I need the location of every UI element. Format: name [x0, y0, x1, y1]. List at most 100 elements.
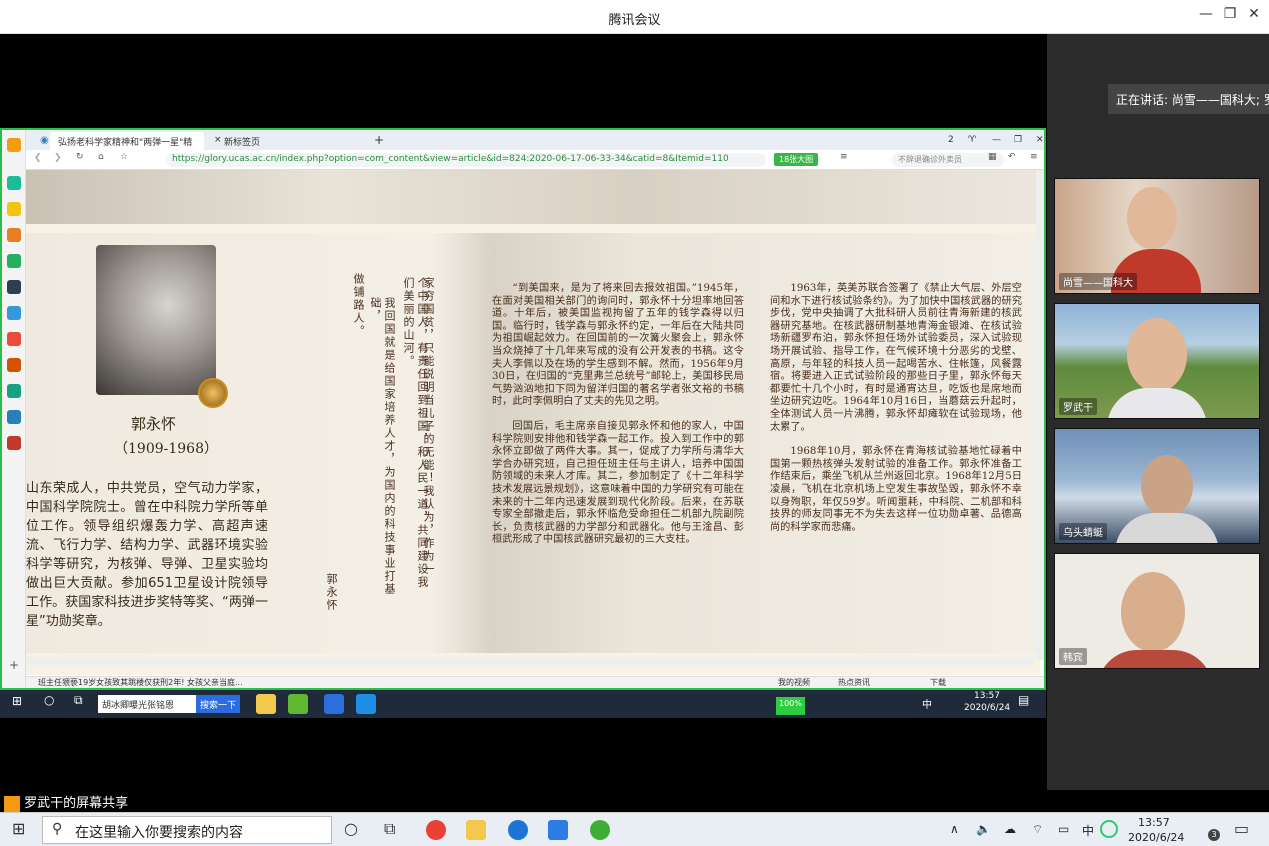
taskbar-search-button[interactable]: 搜索一下 — [196, 695, 241, 713]
browser-close[interactable]: ✕ — [1028, 132, 1044, 150]
forward-icon[interactable]: ❯ — [54, 153, 62, 163]
paragraph: 回国后，毛主席亲自接见郭永怀和他的家人，中国科学院则安排他和钱学森一起工作。投入… — [492, 420, 744, 546]
browser-statusbar: 班主任猥亵19岁女孩致其跳楼仅获刑2年! 女孩父亲当庭... 我的视频 热点资讯… — [26, 676, 1044, 688]
menu-icon[interactable]: ≡ — [840, 152, 848, 162]
video-icon[interactable] — [7, 436, 21, 450]
windows-start-icon[interactable]: ⊞ — [12, 694, 22, 712]
doc-icon[interactable] — [7, 306, 21, 320]
edge-icon[interactable] — [508, 820, 528, 840]
shared-taskbar: ⊞ ○ ⧉ 胡冰卿曝光张铭恩 搜索一下 100% 中 13:57 2020/6/… — [0, 690, 1046, 718]
game-icon[interactable] — [7, 332, 21, 346]
tab-newtab[interactable]: 新标签页 — [216, 132, 356, 150]
screen-share-text: 罗武干的屏幕共享 — [24, 796, 129, 811]
participant-video — [1121, 572, 1185, 652]
back-icon[interactable]: ❮ — [34, 153, 42, 163]
more-menu-icon[interactable]: ≡ — [1030, 152, 1038, 162]
tencent-meeting-icon[interactable] — [548, 820, 568, 840]
meeting-app-icon[interactable] — [356, 694, 376, 714]
taskbar-search-input[interactable]: 在这里输入你要搜索的内容 — [42, 816, 332, 844]
status-download[interactable]: 下载 — [930, 677, 946, 688]
wifi-icon[interactable]: ⌔ — [1032, 822, 1043, 837]
medal-icon — [198, 378, 228, 408]
weibo-icon[interactable] — [7, 228, 21, 242]
cloud-icon[interactable]: ☁ — [1004, 822, 1016, 836]
taskbar-search-input[interactable]: 胡冰卿曝光张铭恩 — [98, 695, 196, 713]
video-tile-1[interactable]: 尚雪——国科大 — [1054, 178, 1260, 294]
tray-expand-icon[interactable]: ∧ — [950, 822, 959, 836]
add-icon[interactable]: + — [9, 658, 19, 672]
volume-icon[interactable]: 🔈 — [976, 822, 991, 836]
browser-app-icon[interactable] — [288, 694, 308, 714]
battery-icon[interactable]: ▭ — [1058, 822, 1069, 836]
photo-icon[interactable] — [7, 384, 21, 398]
app-icon[interactable] — [7, 176, 21, 190]
notification-count-badge: 3 — [1208, 829, 1220, 841]
participant-body — [1107, 388, 1207, 418]
file-explorer-icon[interactable] — [466, 820, 486, 840]
battery-indicator: 100% — [776, 697, 805, 715]
windows-start-icon[interactable]: ⊞ — [12, 819, 25, 838]
browser-tabbar: ◉ 弘扬老科学家精神和"两弹一星"精 × 新标签页 + 2 ♈ — ❐ ✕ — [26, 130, 1044, 150]
restore-button[interactable]: ❐ — [1220, 6, 1240, 22]
speaking-indicator: 正在讲话: 尚雪——国科大; 罗... — [1108, 84, 1269, 114]
quote-column: 个中国人，有责任回到祖国，和人民一道，共同建设我们美丽的山河。 — [402, 277, 429, 589]
video-tile-4[interactable]: 韩宾 — [1054, 553, 1260, 669]
video-tile-2[interactable]: 罗武干 — [1054, 303, 1260, 419]
url-input[interactable]: https://glory.ucas.ac.cn/index.php?optio… — [166, 153, 766, 167]
star-icon[interactable] — [7, 202, 21, 216]
clock-date: 2020/6/24 — [1128, 831, 1185, 844]
cortana-icon[interactable]: ○ — [344, 819, 358, 838]
browser-restore[interactable]: ❐ — [1006, 132, 1030, 150]
notification-icon[interactable]: ▤ — [1018, 693, 1029, 711]
favorite-icon[interactable]: ☆ — [120, 152, 128, 162]
participant-name: 乌头蜻蜓 — [1059, 523, 1107, 540]
ime-indicator[interactable]: 中 — [1082, 822, 1094, 839]
article-page: 郭永怀 （1909-1968） 山东荣成人，中共党员，空气动力学家，中国科学院院… — [26, 170, 1040, 675]
participant-name: 尚雪——国科大 — [1059, 273, 1137, 290]
close-button[interactable]: ✕ — [1244, 6, 1264, 22]
shop-icon[interactable] — [7, 358, 21, 372]
video-tile-3[interactable]: 乌头蜻蜓 — [1054, 428, 1260, 544]
article-column-3: 1963年，英美苏联合签署了《禁止大气层、外层空间和水下进行核试验条约》。为了加… — [770, 283, 1022, 546]
wechat-icon[interactable] — [590, 820, 610, 840]
new-tab-button[interactable]: + — [366, 130, 392, 148]
home-icon[interactable] — [7, 138, 21, 152]
task-view-icon[interactable]: ⧉ — [74, 693, 83, 711]
news-icon[interactable] — [7, 280, 21, 294]
cortana-icon[interactable]: ○ — [44, 693, 54, 711]
banner-image — [26, 170, 1040, 224]
status-hot-news[interactable]: 热点资讯 — [838, 677, 870, 688]
action-center-icon[interactable]: ▭ — [1234, 819, 1249, 838]
horizontal-scrollbar[interactable] — [26, 657, 1034, 665]
task-view-icon[interactable]: ⧉ — [384, 819, 395, 839]
biography-panel: 郭永怀 （1909-1968） 山东荣成人，中共党员，空气动力学家，中国科学院院… — [26, 233, 1040, 653]
home-button-icon[interactable]: ⌂ — [98, 152, 104, 162]
pay-icon[interactable] — [7, 410, 21, 424]
shirt-icon[interactable]: ♈ — [960, 132, 984, 150]
news-ticker[interactable]: 班主任猥亵19岁女孩致其跳楼仅获刑2年! 女孩父亲当庭... — [38, 677, 398, 688]
person-name: 郭永怀 — [131, 415, 177, 433]
status-my-video[interactable]: 我的视频 — [778, 677, 810, 688]
window-titlebar: 腾讯会议 — ❐ ✕ — [0, 0, 1269, 34]
participant-video — [1127, 187, 1177, 249]
paragraph: 1968年10月，郭永怀在青海核试验基地忙碌着中国第一颗热核弹头发射试验的准备工… — [770, 446, 1022, 533]
tab-article[interactable]: 弘扬老科学家精神和"两弹一星"精 — [50, 132, 204, 150]
shared-screen: + ◉ 弘扬老科学家精神和"两弹一星"精 × 新标签页 + 2 ♈ — ❐ ✕ … — [0, 128, 1046, 690]
image-count-badge[interactable]: 18张大图 — [774, 153, 819, 166]
minimize-button[interactable]: — — [1196, 6, 1216, 22]
vertical-scrollbar[interactable] — [1036, 170, 1044, 660]
undo-icon[interactable]: ↶ — [1008, 152, 1016, 162]
clock-time: 13:57 — [1138, 816, 1170, 829]
status-ring-icon[interactable] — [1100, 820, 1118, 838]
chat-icon[interactable] — [7, 254, 21, 268]
grid-icon[interactable]: ▦ — [988, 152, 997, 162]
tab-label: 新标签页 — [224, 138, 261, 148]
ime-indicator[interactable]: 中 — [922, 696, 932, 714]
participant-name: 罗武干 — [1059, 398, 1097, 415]
paragraph: “到美国来，是为了将来回去报效祖国。”1945年，在面对美国相关部门的询问时，郭… — [492, 283, 744, 408]
file-explorer-icon[interactable] — [256, 694, 276, 714]
chrome-icon[interactable] — [426, 820, 446, 840]
reload-icon[interactable]: ↻ — [76, 152, 84, 162]
article-column-2: “到美国来，是为了将来回去报效祖国。”1945年，在面对美国相关部门的询问时，郭… — [492, 283, 744, 559]
wps-icon[interactable] — [324, 694, 344, 714]
